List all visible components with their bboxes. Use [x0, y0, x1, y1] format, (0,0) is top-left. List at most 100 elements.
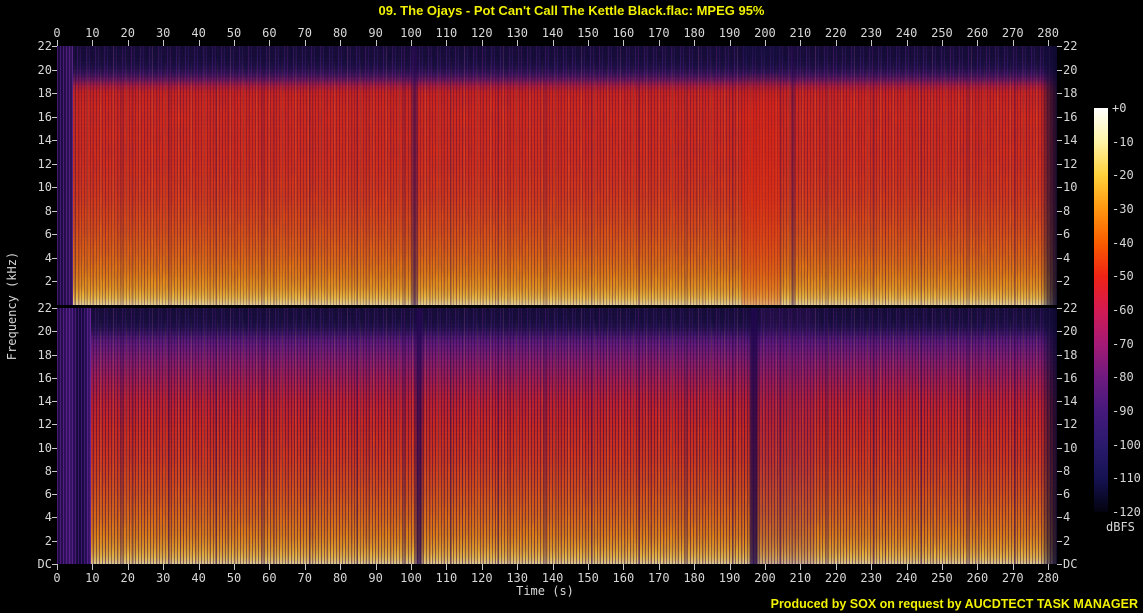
colorbar-tick-label: -90: [1112, 404, 1134, 418]
freq-tick-label: 2: [1063, 274, 1071, 289]
time-tick-mark: [233, 564, 235, 570]
freq-tick-mark: [1057, 401, 1062, 403]
freq-tick-mark: [52, 331, 57, 333]
time-tick-mark: [446, 40, 448, 46]
freq-tick-mark: [52, 308, 57, 309]
time-tick-label: 120: [470, 26, 493, 40]
time-tick-mark: [764, 564, 766, 570]
credit-text: Produced by SOX on request by AUCDTECT T…: [770, 597, 1138, 611]
time-tick-label: 80: [332, 26, 348, 40]
freq-tick-label: 6: [44, 487, 52, 502]
freq-tick-mark: [1057, 46, 1062, 47]
freq-tick-label: 16: [1063, 109, 1078, 124]
time-tick-mark: [446, 564, 448, 570]
time-tick-label: 70: [297, 26, 313, 40]
colorbar-tick-label: -70: [1112, 336, 1134, 351]
time-tick-label: 190: [718, 571, 741, 585]
time-tick-label: 200: [754, 26, 776, 40]
time-tick-mark: [410, 40, 412, 46]
freq-tick-label: 18: [1063, 86, 1078, 101]
freq-tick-label: 8: [44, 203, 52, 218]
colorbar-tick-label: -120: [1112, 505, 1141, 519]
time-tick-mark: [977, 40, 979, 46]
freq-tick-mark: [52, 401, 57, 403]
time-tick-mark: [552, 40, 554, 46]
time-tick-label: 240: [895, 26, 918, 40]
time-tick-label: 10: [85, 26, 100, 40]
time-tick-mark: [729, 40, 731, 46]
time-tick-mark: [517, 40, 519, 46]
colorbar-tick-label: -80: [1112, 370, 1134, 385]
freq-tick-label: 14: [1063, 133, 1078, 148]
freq-tick-label: 14: [37, 394, 52, 409]
time-tick-label: 190: [718, 26, 741, 40]
quiet-gap-208s: [790, 46, 796, 305]
time-tick-label: 70: [297, 571, 313, 585]
freq-tick-label: 8: [44, 463, 52, 478]
time-tick-mark: [658, 564, 660, 570]
freq-tick-mark: [1057, 424, 1062, 426]
time-tick-label: 210: [789, 26, 812, 40]
time-tick-mark: [871, 40, 873, 46]
time-tick-label: 140: [541, 26, 564, 40]
time-tick-mark: [410, 564, 412, 570]
colorbar-tick-label: +0: [1112, 101, 1127, 115]
time-tick-mark: [800, 564, 802, 570]
freq-tick-label: 20: [37, 62, 52, 77]
freq-tick-mark: [52, 447, 57, 449]
freq-tick-mark: [1057, 564, 1062, 565]
time-tick-label: 230: [860, 571, 882, 585]
freq-tick-mark: [1057, 540, 1062, 542]
freq-tick-mark: [1057, 93, 1062, 95]
freq-tick-mark: [52, 93, 57, 95]
time-tick-label: 50: [226, 26, 242, 40]
freq-tick-mark: [52, 281, 57, 283]
time-tick-mark: [587, 40, 589, 46]
freq-tick-label: 12: [1063, 417, 1078, 432]
freq-tick-mark: [1057, 447, 1062, 449]
time-tick-mark: [304, 564, 306, 570]
freq-tick-label: 2: [44, 533, 52, 548]
freq-tick-label: 16: [37, 370, 52, 385]
time-tick-mark: [233, 40, 235, 46]
freq-tick-label: 20: [1063, 62, 1078, 77]
freq-tick-mark: [1057, 163, 1062, 165]
time-tick-label: 220: [824, 26, 847, 40]
freq-tick-mark: [1057, 377, 1062, 379]
time-tick-label: 280: [1037, 26, 1059, 40]
freq-tick-label: 22: [1063, 301, 1078, 315]
breakdown-wash-200s: [760, 308, 815, 564]
freq-tick-label: 12: [1063, 156, 1078, 171]
freq-tick-label: 14: [1063, 394, 1078, 409]
time-tick-mark: [729, 564, 731, 570]
freq-tick-label: 18: [1063, 347, 1078, 362]
spectrogram-window: 09. The Ojays - Pot Can't Call The Kettl…: [0, 0, 1143, 613]
colorbar-tick-label: -40: [1112, 235, 1134, 250]
time-tick-mark: [800, 40, 802, 46]
fade-out-region: [1041, 308, 1057, 564]
colorbar-tick-label: -110: [1112, 471, 1141, 486]
freq-tick-mark: [1057, 69, 1062, 71]
time-tick-label: 50: [226, 571, 242, 585]
time-tick-label: 240: [895, 571, 918, 585]
colorbar-tick-label: -30: [1112, 202, 1134, 216]
time-tick-mark: [694, 40, 696, 46]
frequency-axis-title: Frequency (kHz): [5, 251, 19, 361]
freq-tick-mark: [52, 69, 57, 71]
time-tick-label: 0: [53, 26, 61, 40]
freq-tick-label: 12: [37, 156, 52, 171]
freq-tick-label: 4: [44, 250, 52, 265]
freq-tick-label: 22: [1063, 39, 1078, 53]
time-tick-label: 160: [612, 571, 635, 585]
time-tick-mark: [340, 40, 342, 46]
freq-tick-mark: [1057, 140, 1062, 142]
quiet-gap-102s: [414, 308, 424, 564]
time-tick-label: 130: [506, 26, 529, 40]
time-tick-mark: [304, 40, 306, 46]
time-tick-label: 40: [191, 26, 206, 40]
freq-tick-label: 14: [37, 133, 52, 148]
time-tick-mark: [764, 40, 766, 46]
freq-tick-label: 16: [37, 109, 52, 124]
time-tick-label: 160: [612, 26, 635, 40]
time-tick-label: 250: [931, 26, 953, 40]
